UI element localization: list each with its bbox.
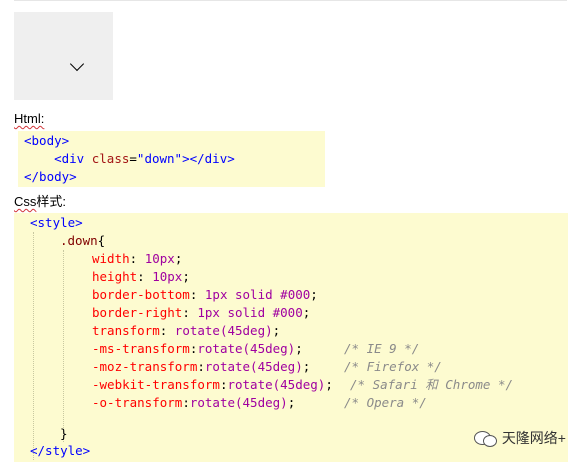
code-line: height: 10px; bbox=[92, 269, 190, 284]
code-token: ; bbox=[310, 287, 318, 302]
demo-preview-box bbox=[14, 12, 113, 100]
code-token: 10px bbox=[152, 269, 183, 284]
code-token: <div bbox=[54, 151, 92, 166]
html-label-text: Html: bbox=[14, 111, 45, 126]
wechat-icon bbox=[473, 429, 497, 447]
page-top-rule bbox=[14, 0, 567, 1]
code-token: class bbox=[91, 151, 130, 166]
code-token: 1px solid #000 bbox=[197, 305, 303, 320]
code-token: -moz-transform bbox=[92, 359, 198, 374]
code-line: <body> bbox=[24, 132, 69, 150]
code-token: "down" bbox=[136, 151, 183, 166]
document-page: Html: <body> <div class="down"></div> </… bbox=[0, 0, 580, 462]
code-line: <div class="down"></div> bbox=[24, 150, 235, 168]
code-token: ; bbox=[272, 323, 281, 338]
code-comment: /* IE 9 */ bbox=[344, 341, 420, 356]
code-comment: /* Opera */ bbox=[344, 395, 427, 410]
code-token: { bbox=[97, 233, 106, 248]
css-section-label: Css样式: bbox=[14, 194, 66, 210]
code-token: </style> bbox=[30, 443, 91, 458]
code-token: ></div> bbox=[182, 151, 235, 166]
code-token: ; bbox=[182, 269, 190, 284]
code-line: -o-transform:rotate(45deg); bbox=[92, 395, 296, 410]
code-token: ; bbox=[287, 395, 296, 410]
code-comment: /* Firefox */ bbox=[344, 359, 442, 374]
code-token: ; bbox=[295, 341, 303, 356]
code-token: ; bbox=[325, 377, 333, 392]
code-line: border-right: 1px solid #000; bbox=[92, 305, 311, 320]
code-line: -moz-transform:rotate(45deg); bbox=[92, 359, 311, 374]
code-token: border-right bbox=[92, 305, 183, 320]
indent-guide bbox=[33, 232, 34, 460]
code-token: = bbox=[129, 151, 137, 166]
code-token: ; bbox=[302, 359, 311, 374]
code-token: -o-transform bbox=[92, 395, 183, 410]
code-token: ; bbox=[174, 251, 183, 266]
code-token: rotate(45deg) bbox=[227, 377, 326, 392]
code-line: .down{ bbox=[60, 232, 105, 250]
code-token: rotate(45deg) bbox=[174, 323, 273, 338]
code-token: } bbox=[60, 426, 68, 441]
code-token: <style> bbox=[30, 215, 83, 230]
code-line: width: 10px; bbox=[92, 251, 183, 266]
code-token: height bbox=[92, 269, 138, 284]
code-comment: /* Safari 和 Chrome */ bbox=[350, 377, 514, 392]
code-token: -ms-transform bbox=[92, 341, 190, 356]
code-token: </body> bbox=[24, 169, 77, 184]
code-line: border-bottom: 1px solid #000; bbox=[92, 287, 318, 302]
code-token: <body> bbox=[24, 133, 70, 148]
watermark-text: 天隆网络+ bbox=[501, 430, 566, 446]
code-token: 10px bbox=[144, 251, 175, 266]
css-label-rest: 样式: bbox=[36, 194, 67, 209]
code-token: rotate(45deg) bbox=[204, 359, 303, 374]
chevron-down-icon bbox=[69, 56, 85, 72]
code-token: width bbox=[92, 251, 130, 266]
code-token: transform bbox=[92, 323, 160, 338]
css-code-block: <style> .down{ width: 10px; height: 10px… bbox=[14, 213, 568, 462]
css-label-word: Css bbox=[14, 194, 37, 209]
indent-guide bbox=[63, 250, 64, 442]
code-token: 1px solid #000 bbox=[204, 287, 311, 302]
html-code-block: <body> <div class="down"></div> </body> bbox=[18, 131, 325, 187]
code-line: <style> bbox=[30, 214, 83, 232]
code-line: -ms-transform:rotate(45deg); bbox=[92, 341, 303, 356]
code-token: rotate(45deg) bbox=[197, 341, 296, 356]
code-token: -webkit-transform bbox=[92, 377, 220, 392]
code-line: } bbox=[60, 425, 68, 443]
watermark: 天隆网络+ bbox=[473, 428, 566, 448]
code-line: </body> bbox=[24, 168, 77, 186]
code-line: -webkit-transform:rotate(45deg); bbox=[92, 377, 333, 392]
code-token: ; bbox=[302, 305, 311, 320]
html-section-label: Html: bbox=[14, 111, 44, 127]
code-line: </style> bbox=[30, 442, 90, 460]
code-token: border-bottom bbox=[92, 287, 190, 302]
code-line: transform: rotate(45deg); bbox=[92, 323, 281, 338]
code-token: rotate(45deg) bbox=[189, 395, 288, 410]
code-token: .down bbox=[60, 233, 98, 248]
